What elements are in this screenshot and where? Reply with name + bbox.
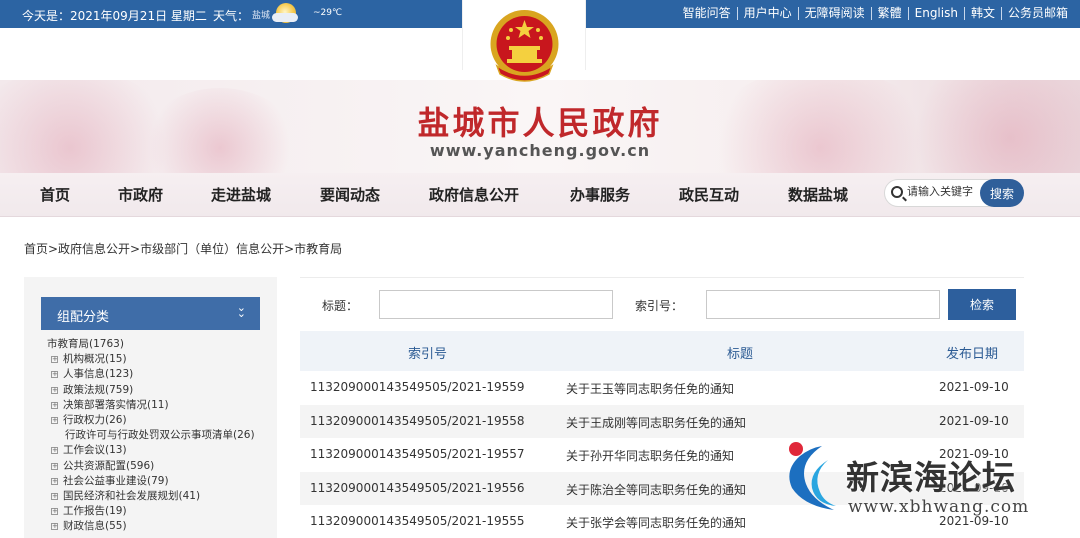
- nav-interaction[interactable]: 政民互动: [679, 184, 739, 205]
- tree-item-label: 行政许可与行政处罚双公示事项清单(26): [65, 429, 255, 442]
- cell-title[interactable]: 关于陈治全等同志职务任免的通知: [566, 481, 746, 498]
- watermark-url: www.xbhwang.com: [848, 497, 1030, 517]
- link-civil-servant-mail[interactable]: 公务员邮箱: [1002, 7, 1068, 20]
- expand-icon[interactable]: +: [51, 493, 58, 501]
- tree-item[interactable]: + 政策法规(759): [47, 383, 255, 398]
- tree-item[interactable]: 行政许可与行政处罚双公示事项清单(26): [47, 428, 255, 443]
- title-filter-input[interactable]: [379, 290, 613, 319]
- column-header-title: 标题: [727, 347, 754, 362]
- filter-search-button[interactable]: 检索: [948, 289, 1016, 320]
- table-header: 索引号 标题 发布日期: [300, 331, 1024, 371]
- index-filter-label: 索引号：: [635, 299, 684, 313]
- cell-title[interactable]: 关于张学会等同志职务任免的通知: [566, 514, 746, 531]
- site-search-input[interactable]: [907, 185, 979, 198]
- weather-city: 盐城: [252, 11, 271, 21]
- nav-services[interactable]: 办事服务: [570, 184, 630, 205]
- tree-item-label: 人事信息(123): [63, 368, 134, 381]
- expand-icon[interactable]: +: [51, 417, 58, 425]
- tree-item-label: 政策法规(759): [63, 383, 134, 396]
- tree-item-label: 行政权力(26): [63, 414, 127, 427]
- cell-index: 113209000143549505/2021-19556: [310, 480, 525, 495]
- search-icon: [891, 186, 903, 198]
- cell-date: 2021-09-10: [939, 413, 1009, 428]
- cell-index: 113209000143549505/2021-19555: [310, 514, 525, 528]
- cell-date: 2021-09-10: [939, 380, 1009, 394]
- tree-item[interactable]: + 决策部署落实情况(11): [47, 398, 255, 413]
- divider: [300, 277, 1024, 278]
- expand-icon[interactable]: +: [51, 356, 58, 364]
- tree-item[interactable]: + 工作会议(13): [47, 443, 255, 458]
- column-header-index: 索引号: [408, 347, 448, 362]
- tree-item[interactable]: + 机构概况(15): [47, 352, 255, 367]
- link-english[interactable]: English: [909, 7, 965, 20]
- expand-icon[interactable]: +: [51, 401, 58, 409]
- cloud-icon: [272, 13, 298, 22]
- category-sidebar: 组配分类 ⌄ ⌄ 市教育局(1763) + 机构概况(15) + 人事信息(123) …: [24, 277, 277, 538]
- tree-item[interactable]: + 财政信息(55): [47, 519, 255, 534]
- table-row[interactable]: 113209000143549505/2021-19559 关于王玉等同志职务任…: [300, 371, 1024, 405]
- watermark-logo-icon: [789, 442, 836, 510]
- site-url: www.yancheng.gov.cn: [429, 141, 651, 160]
- tree-item-label: 公共资源配置(596): [63, 459, 155, 472]
- watermark-title: 新滨海论坛: [846, 458, 1016, 497]
- tree-item-label: 工作报告(19): [63, 505, 127, 518]
- column-header-date: 发布日期: [946, 347, 999, 362]
- cell-index: 113209000143549505/2021-19559: [310, 380, 525, 394]
- tree-item[interactable]: + 社会公益事业建设(79): [47, 474, 255, 489]
- tree-root[interactable]: 市教育局(1763): [47, 337, 255, 352]
- tree-item-label: 财政信息(55): [63, 520, 127, 533]
- cell-title[interactable]: 关于王玉等同志职务任免的通知: [566, 380, 734, 397]
- tree-item[interactable]: + 人事信息(123): [47, 367, 255, 382]
- current-date: 今天是：2021年09月21日 星期二: [22, 9, 207, 23]
- tree-item[interactable]: + 工作报告(19): [47, 504, 255, 519]
- temperature: ~29℃: [313, 8, 343, 18]
- tree-item-label: 国民经济和社会发展规划(41): [63, 490, 201, 503]
- tree-item[interactable]: + 国民经济和社会发展规划(41): [47, 489, 255, 504]
- expand-icon[interactable]: +: [51, 447, 58, 455]
- tree-item[interactable]: + 行政权力(26): [47, 413, 255, 428]
- index-filter-input[interactable]: [706, 290, 940, 319]
- expand-icon[interactable]: +: [51, 508, 58, 516]
- link-accessibility[interactable]: 无障碍阅读: [799, 7, 872, 20]
- top-links: 智能问答 用户中心 无障碍阅读 繁體 English 韩文 公务员邮箱: [677, 7, 1068, 20]
- nav-data[interactable]: 数据盐城: [788, 184, 848, 205]
- cell-title[interactable]: 关于孙开华同志职务任免的通知: [566, 447, 734, 464]
- category-tree: 市教育局(1763) + 机构概况(15) + 人事信息(123) + 政策法规(75…: [47, 337, 255, 535]
- main-nav: 首页 市政府 走进盐城 要闻动态 政府信息公开 办事服务 政民互动 数据盐城 搜…: [0, 173, 1080, 217]
- expand-icon[interactable]: +: [51, 371, 58, 379]
- nav-city-government[interactable]: 市政府: [118, 184, 163, 205]
- category-heading[interactable]: 组配分类 ⌄ ⌄: [41, 297, 260, 330]
- nav-info-disclosure[interactable]: 政府信息公开: [429, 184, 519, 205]
- cell-index: 113209000143549505/2021-19557: [310, 447, 525, 461]
- breadcrumb[interactable]: 首页>政府信息公开>市级部门（单位）信息公开>市教育局: [24, 240, 342, 257]
- link-smart-qa[interactable]: 智能问答: [677, 7, 738, 20]
- site-search-button[interactable]: 搜索: [980, 179, 1024, 207]
- site-title: 盐城市人民政府: [417, 104, 663, 142]
- expand-icon[interactable]: +: [51, 386, 58, 394]
- tree-item-label: 机构概况(15): [63, 353, 127, 366]
- expand-icon[interactable]: +: [51, 477, 58, 485]
- weather-label: 天气：: [213, 9, 250, 23]
- national-emblem-icon[interactable]: [487, 8, 562, 86]
- tree-item-label: 工作会议(13): [63, 444, 127, 457]
- tree-item-label: 决策部署落实情况(11): [63, 398, 169, 411]
- link-traditional-chinese[interactable]: 繁體: [872, 7, 909, 20]
- tree-item[interactable]: + 公共资源配置(596): [47, 459, 255, 474]
- link-user-center[interactable]: 用户中心: [738, 7, 799, 20]
- chevron-down-icon[interactable]: ⌄ ⌄: [237, 302, 246, 319]
- cell-title[interactable]: 关于王成刚等同志职务任免的通知: [566, 414, 746, 431]
- table-row[interactable]: 113209000143549505/2021-19558 关于王成刚等同志职务…: [300, 404, 1024, 438]
- category-heading-label: 组配分类: [57, 310, 110, 325]
- nav-news[interactable]: 要闻动态: [320, 184, 380, 205]
- cell-index: 113209000143549505/2021-19558: [310, 413, 525, 428]
- link-korean[interactable]: 韩文: [965, 7, 1002, 20]
- title-filter-label: 标题：: [322, 299, 359, 313]
- nav-home[interactable]: 首页: [40, 184, 70, 205]
- nav-about-yancheng[interactable]: 走进盐城: [211, 184, 271, 205]
- expand-icon[interactable]: +: [51, 462, 58, 470]
- tree-item-label: 社会公益事业建设(79): [63, 474, 169, 487]
- expand-icon[interactable]: +: [51, 523, 58, 531]
